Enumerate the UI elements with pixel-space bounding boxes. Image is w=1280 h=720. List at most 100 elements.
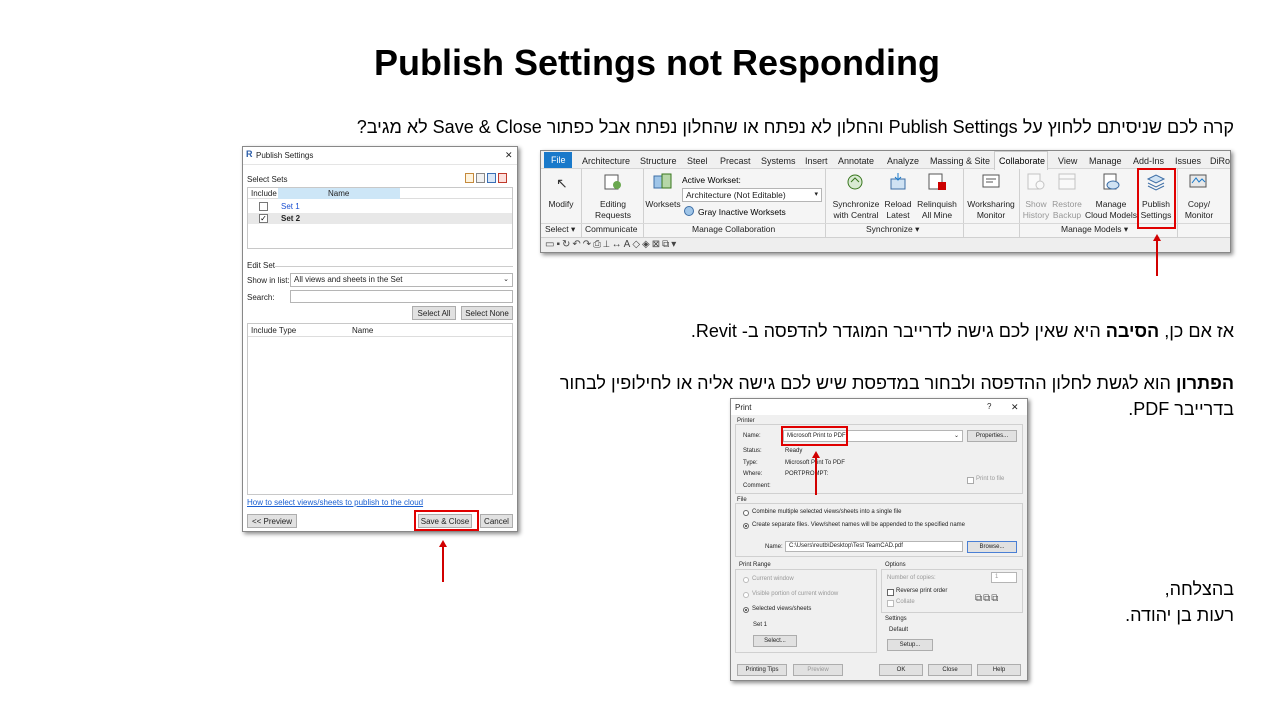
table-row[interactable]: ✓ Set 2 (248, 213, 512, 224)
select-none-button[interactable]: Select None (461, 306, 513, 320)
show-history-button[interactable]: Show History (1021, 171, 1051, 221)
copies-stepper[interactable]: 1 (991, 572, 1017, 583)
group-select[interactable]: Select ▾ (545, 224, 575, 235)
divider (581, 169, 582, 239)
tab-addins[interactable]: Add-Ins (1133, 156, 1164, 166)
setup-button[interactable]: Setup... (887, 639, 933, 651)
manage-cloud-models-button[interactable]: Manage Cloud Models (1083, 171, 1139, 221)
tab-issues[interactable]: Issues (1175, 156, 1201, 166)
help-link[interactable]: How to select views/sheets to publish to… (247, 498, 423, 507)
ok-button[interactable]: OK (879, 664, 923, 676)
col-name-header[interactable]: Name (278, 188, 400, 199)
intro-line: קרה לכם שניסיתם ללחוץ על Publish Setting… (356, 117, 1234, 137)
status-value: Ready (785, 448, 803, 454)
current-window-radio[interactable] (743, 577, 749, 583)
set-name: Set 2 (281, 214, 301, 223)
tab-diroots[interactable]: DiRoots (1210, 156, 1230, 166)
tab-analyze[interactable]: Analyze (887, 156, 919, 166)
set1-checkbox[interactable] (259, 202, 268, 211)
active-workset-select[interactable]: Architecture (Not Editable) ▾ (682, 188, 822, 202)
relinquish-button[interactable]: Relinquish All Mine (915, 171, 959, 221)
tab-view[interactable]: View (1058, 156, 1077, 166)
tab-annotate[interactable]: Annotate (838, 156, 874, 166)
close-hidden-icon[interactable]: ⊠ (652, 239, 662, 250)
tab-massing[interactable]: Massing & Site (930, 156, 990, 166)
close-icon[interactable]: ✕ (505, 150, 513, 161)
show-in-list-select[interactable]: All views and sheets in the Set ⌄ (290, 273, 513, 287)
tab-collaborate[interactable]: Collaborate (994, 151, 1048, 170)
divider (1019, 169, 1020, 239)
set2-checkbox[interactable]: ✓ (259, 214, 268, 223)
cloud-models-icon (1103, 173, 1120, 190)
help-icon[interactable]: ? (987, 402, 991, 411)
sync-icon[interactable]: ↻ (562, 239, 572, 250)
print-icon[interactable]: ⎙ (593, 239, 603, 250)
undo-icon[interactable]: ↶ (572, 239, 582, 250)
tab-bar: File Architecture Structure Steel Precas… (541, 151, 1230, 170)
combine-radio[interactable] (743, 510, 749, 516)
browse-button[interactable]: Browse... (967, 541, 1017, 553)
printing-tips-button[interactable]: Printing Tips (737, 664, 787, 676)
tab-systems[interactable]: Systems (761, 156, 796, 166)
preview-button[interactable]: << Preview (247, 514, 297, 528)
reload-latest-button[interactable]: Reload Latest (883, 171, 913, 221)
separate-radio[interactable] (743, 523, 749, 529)
measure-icon[interactable]: ⟂ (603, 239, 611, 250)
visible-portion-radio[interactable] (743, 592, 749, 598)
selected-views-radio[interactable] (743, 607, 749, 613)
delete-set-icon[interactable] (498, 173, 507, 183)
group-manage-models[interactable]: Manage Models ▾ (1061, 224, 1128, 235)
gray-inactive-button[interactable]: Gray Inactive Worksets (682, 206, 822, 218)
collate-checkbox[interactable] (887, 600, 894, 607)
search-input[interactable] (290, 290, 513, 303)
editing-requests-button[interactable]: Editing Requests (591, 171, 635, 221)
rename-set-icon[interactable] (487, 173, 496, 183)
reason-pre: אז אם כן, (1159, 321, 1234, 341)
worksets-button[interactable]: Worksets (645, 171, 681, 221)
worksharing-monitor-button[interactable]: Worksharing Monitor (965, 171, 1017, 221)
select-all-button[interactable]: Select All (412, 306, 456, 320)
select-button[interactable]: Select... (753, 635, 797, 647)
copy-monitor-icon (1189, 174, 1207, 188)
redo-icon[interactable]: ↷ (583, 239, 593, 250)
where-value: PORTPROMPT: (785, 471, 829, 477)
restore-backup-button[interactable]: Restore Backup (1051, 171, 1083, 221)
reverse-order-checkbox[interactable] (887, 589, 894, 596)
switch-windows-icon[interactable]: ⧉ (662, 239, 671, 250)
cancel-button[interactable]: Cancel (480, 514, 513, 528)
new-set-icon[interactable] (465, 173, 474, 183)
tab-file[interactable]: File (544, 152, 572, 168)
active-workset-value: Architecture (Not Editable) (686, 190, 786, 200)
section-icon[interactable]: ◈ (642, 239, 652, 250)
table-row[interactable]: Set 1 (248, 201, 512, 212)
modify-button[interactable]: ↖ Modify (547, 173, 575, 213)
close-button[interactable]: Close (928, 664, 972, 676)
tab-precast[interactable]: Precast (720, 156, 751, 166)
set-toolbar (465, 173, 513, 183)
help-button[interactable]: Help (977, 664, 1021, 676)
tab-manage[interactable]: Manage (1089, 156, 1122, 166)
properties-button[interactable]: Properties... (967, 430, 1017, 442)
copy-monitor-button[interactable]: Copy/ Monitor (1181, 171, 1217, 221)
close-icon[interactable]: ✕ (1011, 402, 1019, 413)
tab-insert[interactable]: Insert (805, 156, 828, 166)
save-close-highlight (414, 510, 479, 531)
relinquish-icon (928, 173, 946, 190)
customize-icon[interactable]: ▾ (671, 239, 678, 250)
set-name: Set 1 (281, 202, 300, 211)
dimension-icon[interactable]: ↔ (612, 239, 624, 250)
tab-structure[interactable]: Structure (640, 156, 677, 166)
synchronize-button[interactable]: Synchronize with Central (829, 171, 883, 221)
tab-steel[interactable]: Steel (687, 156, 708, 166)
group-synchronize[interactable]: Synchronize ▾ (866, 224, 919, 235)
preview-button[interactable]: Preview (793, 664, 843, 676)
chevron-down-icon: ▾ (814, 191, 818, 198)
open-icon[interactable]: ▭ (545, 239, 556, 250)
file-name-input[interactable]: C:\Users\reutb\Desktop\Test TeamCAD.pdf (785, 541, 963, 552)
chevron-down-icon: ⌄ (953, 433, 959, 439)
tab-architecture[interactable]: Architecture (582, 156, 630, 166)
arrow-line (442, 546, 444, 582)
print-to-file-checkbox[interactable] (967, 477, 974, 484)
view-3d-icon[interactable]: ◇ (632, 239, 642, 250)
duplicate-set-icon[interactable] (476, 173, 485, 183)
